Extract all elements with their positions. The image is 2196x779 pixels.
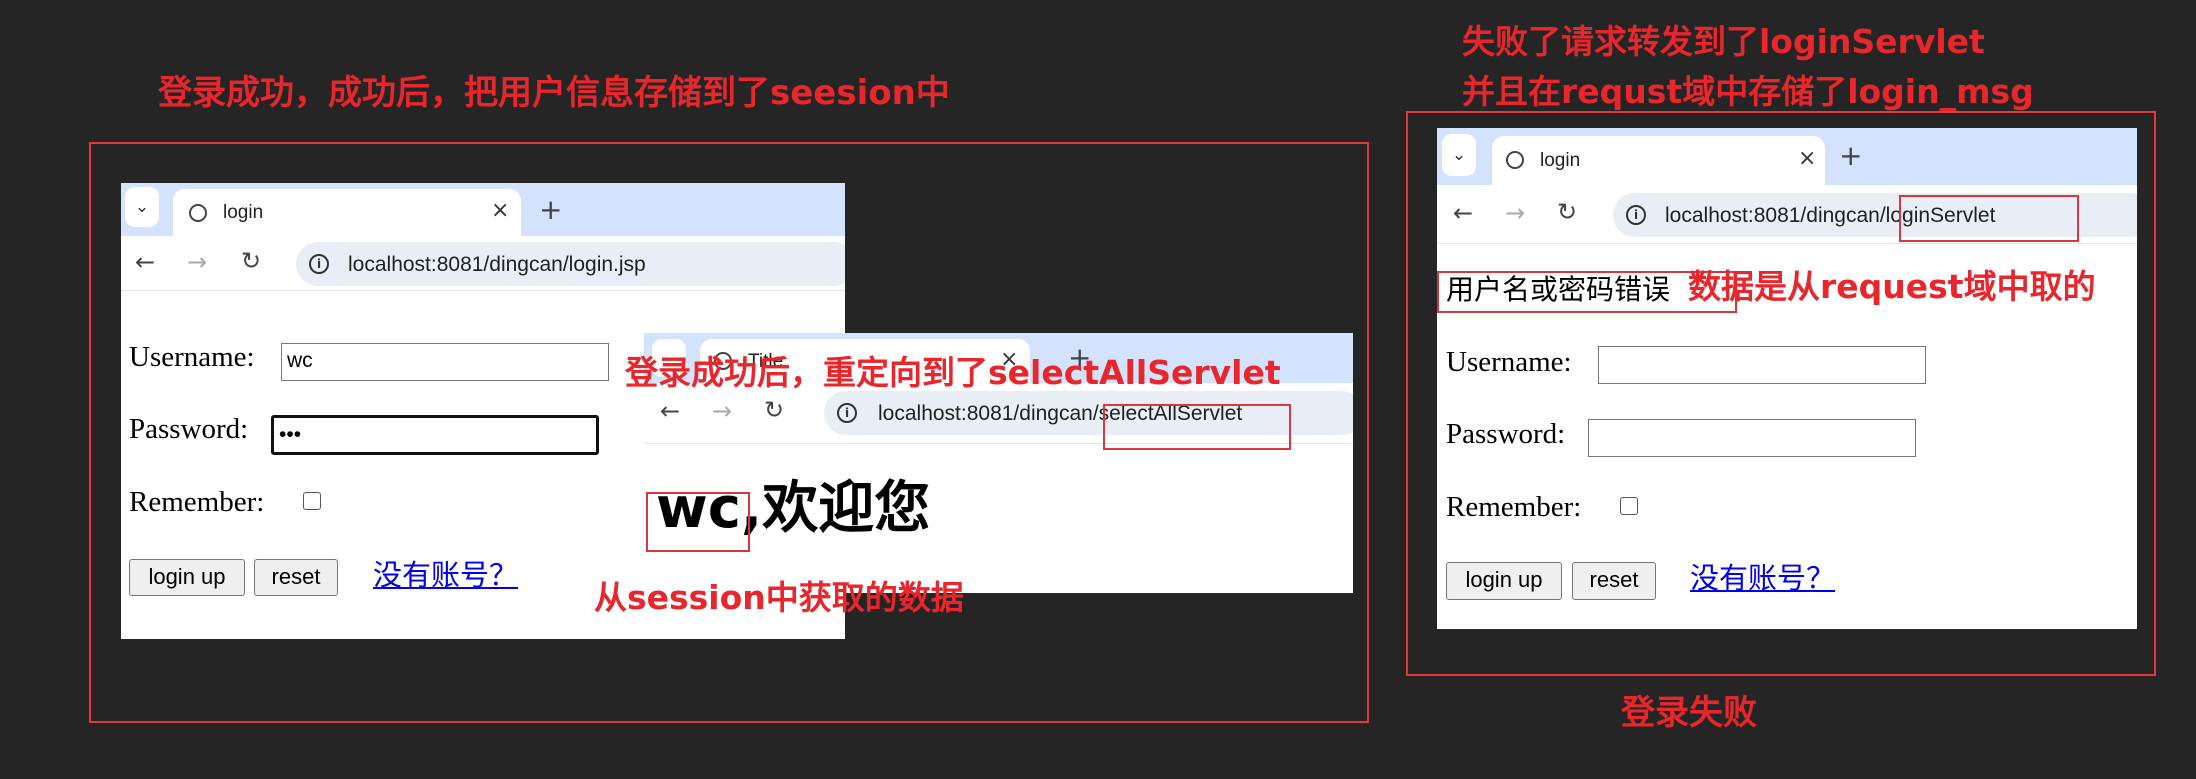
forward-arrow-icon[interactable]: → bbox=[1505, 201, 1525, 225]
address-bar[interactable]: i localhost:8081/dingcan/login.jsp bbox=[296, 242, 845, 286]
redirect-annotation: 登录成功后，重定向到了selectAllServlet bbox=[625, 353, 1281, 392]
back-arrow-icon[interactable]: ← bbox=[135, 250, 155, 274]
chevron-down-icon: ⌄ bbox=[1451, 145, 1467, 165]
fail-annotation-line2: 并且在requst域中存储了login_msg bbox=[1462, 72, 2034, 111]
toolbar: ← → ↻ i localhost:8081/dingcan/login.jsp bbox=[121, 236, 845, 291]
url-path-highlight bbox=[1103, 404, 1291, 450]
tab-title: login bbox=[1540, 150, 1581, 171]
register-link[interactable]: 没有账号？ bbox=[373, 561, 518, 590]
reload-icon[interactable]: ↻ bbox=[764, 398, 784, 422]
tab-login[interactable]: login × bbox=[173, 189, 521, 236]
url-path-highlight bbox=[1899, 195, 2079, 242]
session-annotation: 从session中获取的数据 bbox=[594, 578, 964, 617]
username-input[interactable] bbox=[1598, 346, 1926, 384]
register-link[interactable]: 没有账号？ bbox=[1690, 564, 1835, 593]
session-data-highlight bbox=[646, 492, 750, 552]
fail-title-annotation: 登录失败 bbox=[1621, 693, 1757, 733]
username-label: Username: bbox=[1446, 346, 1572, 378]
back-arrow-icon[interactable]: ← bbox=[1453, 201, 1473, 225]
info-icon[interactable]: i bbox=[309, 254, 329, 274]
url-host: localhost:8081/dingcan bbox=[878, 402, 1093, 425]
password-input[interactable]: ••• bbox=[271, 415, 599, 455]
remember-label: Remember: bbox=[129, 486, 265, 518]
forward-arrow-icon[interactable]: → bbox=[712, 399, 732, 423]
tab-search-button[interactable]: ⌄ bbox=[125, 187, 159, 227]
plus-icon[interactable]: + bbox=[1839, 139, 1862, 172]
username-label: Username: bbox=[129, 341, 255, 373]
password-input[interactable] bbox=[1588, 419, 1916, 457]
fail-annotation-line1: 失败了请求转发到了loginServlet bbox=[1462, 22, 1985, 61]
globe-icon bbox=[1506, 151, 1524, 169]
tab-login[interactable]: login × bbox=[1492, 136, 1825, 185]
close-icon[interactable]: × bbox=[1798, 146, 1816, 171]
remember-checkbox[interactable] bbox=[1620, 497, 1638, 515]
success-annotation: 登录成功，成功后，把用户信息存储到了seesion中 bbox=[158, 73, 950, 113]
globe-icon bbox=[189, 204, 207, 222]
close-icon[interactable]: × bbox=[491, 198, 509, 223]
request-annotation: 数据是从request域中取的 bbox=[1688, 267, 2096, 306]
username-input[interactable]: wc bbox=[281, 343, 609, 381]
forward-arrow-icon[interactable]: → bbox=[187, 250, 207, 274]
chevron-down-icon: ⌄ bbox=[134, 197, 150, 217]
url-text: localhost:8081/dingcan/login.jsp bbox=[348, 253, 646, 276]
url-host: localhost:8081/dingcan bbox=[1665, 204, 1880, 227]
info-icon[interactable]: i bbox=[1626, 205, 1646, 225]
reload-icon[interactable]: ↻ bbox=[241, 249, 261, 273]
reset-button[interactable]: reset bbox=[1572, 562, 1656, 600]
greeting-welcome: 欢迎您 bbox=[762, 476, 931, 541]
info-icon[interactable]: i bbox=[837, 403, 857, 423]
remember-label: Remember: bbox=[1446, 491, 1582, 523]
tab-title: login bbox=[223, 202, 264, 223]
reset-button[interactable]: reset bbox=[254, 559, 338, 596]
login-button[interactable]: login up bbox=[129, 559, 245, 596]
reload-icon[interactable]: ↻ bbox=[1557, 200, 1577, 224]
tab-search-button[interactable]: ⌄ bbox=[1442, 134, 1476, 176]
tab-strip: ⌄ login × + bbox=[121, 183, 845, 236]
tab-strip: ⌄ login × + bbox=[1437, 128, 2137, 185]
password-label: Password: bbox=[129, 413, 249, 445]
remember-checkbox[interactable] bbox=[303, 492, 321, 510]
plus-icon[interactable]: + bbox=[539, 193, 562, 226]
back-arrow-icon[interactable]: ← bbox=[660, 399, 680, 423]
login-button[interactable]: login up bbox=[1446, 562, 1562, 600]
password-label: Password: bbox=[1446, 418, 1566, 450]
